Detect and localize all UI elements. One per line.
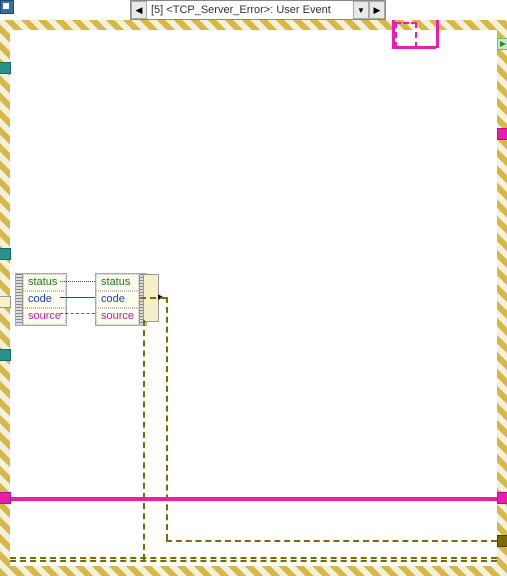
tunnel-left-pink[interactable] bbox=[0, 492, 11, 504]
pink-wire bbox=[392, 46, 436, 49]
case-index: [5] bbox=[151, 4, 163, 16]
tunnel-right-pink[interactable] bbox=[497, 128, 507, 140]
error-wire bbox=[166, 540, 497, 542]
unbundle-field-code[interactable]: code bbox=[23, 291, 66, 308]
bundle-by-name-node[interactable]: status code source bbox=[95, 273, 147, 326]
wire-source bbox=[60, 313, 95, 314]
user-event-refnum-box bbox=[395, 22, 417, 48]
diagram-canvas bbox=[10, 30, 497, 566]
error-wire bbox=[10, 560, 497, 562]
event-structure-frame bbox=[0, 20, 507, 576]
error-wire bbox=[10, 557, 497, 559]
unbundle-field-source[interactable]: source bbox=[23, 308, 66, 325]
event-case-selector[interactable]: ◀ [5] <TCP_Server_Error>: User Event ▼ ▶ bbox=[130, 0, 386, 20]
event-data-node[interactable] bbox=[0, 296, 11, 308]
tunnel-right-error[interactable] bbox=[497, 535, 507, 547]
case-dropdown-button[interactable]: ▼ bbox=[353, 1, 369, 19]
bundle-field-code[interactable]: code bbox=[96, 291, 139, 308]
next-case-button[interactable]: ▶ bbox=[369, 1, 385, 19]
wire-status bbox=[60, 281, 95, 282]
event-structure-corner-icon bbox=[0, 0, 14, 14]
tunnel-left-teal-3[interactable] bbox=[0, 349, 11, 361]
case-event-name: <TCP_Server_Error>: User Event bbox=[166, 4, 330, 16]
prev-case-button[interactable]: ◀ bbox=[131, 1, 147, 19]
pink-wire-bottom bbox=[10, 497, 497, 501]
tunnel-left-teal-2[interactable] bbox=[0, 248, 11, 260]
unbundle-field-status[interactable]: status bbox=[23, 274, 66, 291]
wire-code bbox=[60, 297, 95, 298]
bundle-field-source[interactable]: source bbox=[96, 308, 139, 325]
error-wire bbox=[143, 320, 145, 560]
error-wire bbox=[140, 297, 166, 299]
case-label[interactable]: [5] <TCP_Server_Error>: User Event bbox=[147, 4, 353, 16]
error-wire bbox=[166, 297, 168, 540]
pink-wire bbox=[436, 20, 439, 48]
bundle-field-status[interactable]: status bbox=[96, 274, 139, 291]
node-resize-handle[interactable] bbox=[16, 274, 23, 325]
tunnel-left-teal-1[interactable] bbox=[0, 62, 11, 74]
tunnel-dynamic-event[interactable] bbox=[497, 38, 507, 50]
pink-wire bbox=[392, 20, 395, 46]
tunnel-right-pink-bottom[interactable] bbox=[497, 492, 507, 504]
